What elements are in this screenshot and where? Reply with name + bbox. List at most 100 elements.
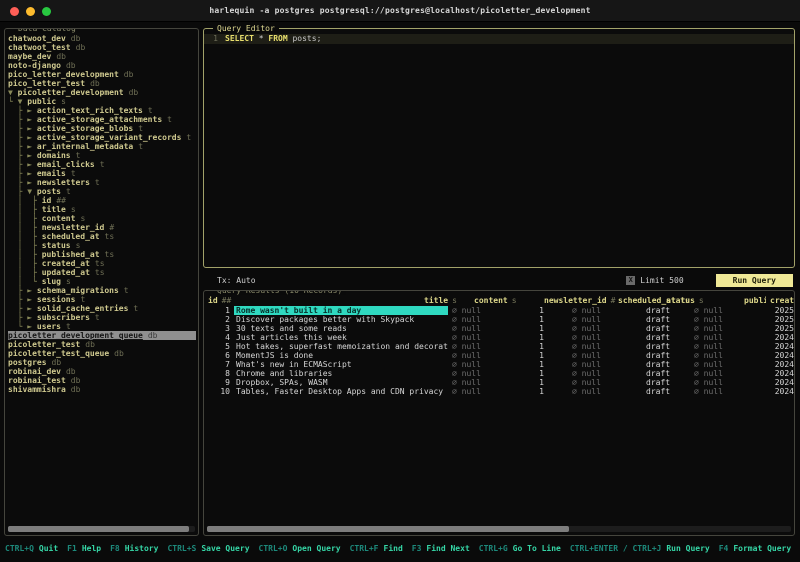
cell-id[interactable]: 8 [206,369,230,378]
cell-content[interactable]: ∅ null [452,324,498,333]
catalog-item[interactable]: picoletter_testdb [8,340,198,349]
cell-created-at[interactable]: 2024 [772,333,794,342]
keybinding-item[interactable]: CTRL+QQuit [5,544,58,553]
cell-published-at[interactable]: ∅ null [694,369,768,378]
catalog-horizontal-scrollbar[interactable] [8,526,195,532]
catalog-item[interactable]: ├ ► schema_migrationst [8,286,198,295]
cell-published-at[interactable]: ∅ null [694,351,768,360]
cell-scheduled-at[interactable]: ∅ null [572,351,642,360]
cell-newsletter-id[interactable]: 1 [502,324,568,333]
cell-id[interactable]: 10 [206,387,230,396]
catalog-item[interactable]: ├ ► domainst [8,151,198,160]
minimize-window-button[interactable] [26,7,35,16]
cell-status[interactable]: draft [646,351,690,360]
cell-scheduled-at[interactable]: ∅ null [572,306,642,315]
cell-scheduled-at[interactable]: ∅ null [572,342,642,351]
cell-id[interactable]: 3 [206,324,230,333]
cell-title[interactable]: MomentJS is done [234,351,448,360]
cell-scheduled-at[interactable]: ∅ null [572,378,642,387]
catalog-item[interactable]: │ ├ updated_atts [8,268,198,277]
catalog-item[interactable]: │ ├ scheduled_atts [8,232,198,241]
catalog-item[interactable]: noto-djangodb [8,61,198,70]
cell-title[interactable]: Just articles this week [234,333,448,342]
catalog-item[interactable]: ├ ► sessionst [8,295,198,304]
cell-content[interactable]: ∅ null [452,342,498,351]
cell-title[interactable]: 30 texts and some reads [234,324,448,333]
catalog-item[interactable]: ▼ picoletter_developmentdb [8,88,198,97]
cell-created-at[interactable]: 2024 [772,360,794,369]
catalog-item[interactable]: maybe_devdb [8,52,198,61]
zoom-window-button[interactable] [42,7,51,16]
cell-id[interactable]: 6 [206,351,230,360]
cell-newsletter-id[interactable]: 1 [502,369,568,378]
results-scrollbar-thumb[interactable] [207,526,569,532]
catalog-item[interactable]: ├ ► active_storage_attachmentst [8,115,198,124]
cell-published-at[interactable]: ∅ null [694,306,768,315]
cell-title[interactable]: Hot takes, superfast memoization and dec… [234,342,448,351]
cell-id[interactable]: 2 [206,315,230,324]
catalog-item[interactable]: ├ ► active_storage_blobst [8,124,198,133]
limit-label[interactable]: Limit 500 [640,276,683,285]
cell-created-at[interactable]: 2025 [772,306,794,315]
cell-newsletter-id[interactable]: 1 [502,378,568,387]
keybinding-item[interactable]: F8History [110,544,158,553]
catalog-item[interactable]: picoletter_test_queuedb [8,349,198,358]
column-header[interactable]: titles [424,296,470,306]
catalog-item[interactable]: │ ├ created_atts [8,259,198,268]
cell-content[interactable]: ∅ null [452,387,498,396]
catalog-item[interactable]: │ └ slugs [8,277,198,286]
catalog-item[interactable]: chatwoot_testdb [8,43,198,52]
cell-created-at[interactable]: 2024 [772,378,794,387]
catalog-item[interactable]: ├ ► newsletterst [8,178,198,187]
editor-body[interactable]: 1SELECT * FROM posts; [204,29,794,44]
catalog-item[interactable]: pico_letter_developmentdb [8,70,198,79]
cell-published-at[interactable]: ∅ null [694,387,768,396]
catalog-item[interactable]: ├ ► action_text_rich_textst [8,106,198,115]
cell-status[interactable]: draft [646,342,690,351]
cell-status[interactable]: draft [646,324,690,333]
cell-content[interactable]: ∅ null [452,378,498,387]
cell-title[interactable]: Dropbox, SPAs, WASM [234,378,448,387]
catalog-item[interactable]: └ ► userst [8,322,198,331]
keybinding-item[interactable]: F4Format Query [719,544,791,553]
cell-content[interactable]: ∅ null [452,333,498,342]
keybinding-item[interactable]: CTRL+FFind [350,544,403,553]
cell-title[interactable]: Rome wasn't built in a day [234,306,448,315]
column-header[interactable]: id## [206,296,420,306]
cell-content[interactable]: ∅ null [452,369,498,378]
catalog-item[interactable]: │ ├ id## [8,196,198,205]
cell-created-at[interactable]: 2024 [772,387,794,396]
cell-published-at[interactable]: ∅ null [694,315,768,324]
catalog-item[interactable]: ├ ► active_storage_variant_recordst [8,133,198,142]
cell-title[interactable]: Chrome and libraries [234,369,448,378]
cell-created-at[interactable]: 2025 [772,324,794,333]
table-row[interactable]: 8Chrome and libraries∅ null1∅ nulldraft∅… [206,369,794,378]
keybinding-item[interactable]: CTRL+GGo To Line [479,544,561,553]
cell-created-at[interactable]: 2024 [772,351,794,360]
query-editor-panel[interactable]: Query Editor 1SELECT * FROM posts; [203,28,795,268]
cell-content[interactable]: ∅ null [452,306,498,315]
catalog-item[interactable]: │ ├ titles [8,205,198,214]
cell-content[interactable]: ∅ null [452,351,498,360]
cell-newsletter-id[interactable]: 1 [502,351,568,360]
catalog-item[interactable]: postgresdb [8,358,198,367]
catalog-item[interactable]: ├ ▼ postst [8,187,198,196]
table-row[interactable]: 9Dropbox, SPAs, WASM∅ null1∅ nulldraft∅ … [206,378,794,387]
cell-scheduled-at[interactable]: ∅ null [572,333,642,342]
close-window-button[interactable] [10,7,19,16]
catalog-item[interactable]: robinai_testdb [8,376,198,385]
table-row[interactable]: 6 MomentJS is done ∅ null 1 ∅ null draft ∅ nul… [206,351,794,360]
keybinding-item[interactable]: CTRL+OOpen Query [259,544,341,553]
cell-scheduled-at[interactable]: ∅ null [572,360,642,369]
cell-status[interactable]: draft [646,360,690,369]
cell-published-at[interactable]: ∅ null [694,378,768,387]
cell-title[interactable]: Tables, Faster Desktop Apps and CDN priv… [234,387,448,396]
cell-published-at[interactable]: ∅ null [694,333,768,342]
cell-newsletter-id[interactable]: 1 [502,333,568,342]
catalog-item[interactable]: │ ├ published_atts [8,250,198,259]
column-header[interactable]: published_atts [744,296,766,306]
cell-newsletter-id[interactable]: 1 [502,315,568,324]
catalog-item[interactable]: pico_letter_testdb [8,79,198,88]
table-row[interactable]: 2Discover packages better with Skypack∅ … [206,315,794,324]
run-query-button[interactable]: Run Query [716,274,793,287]
